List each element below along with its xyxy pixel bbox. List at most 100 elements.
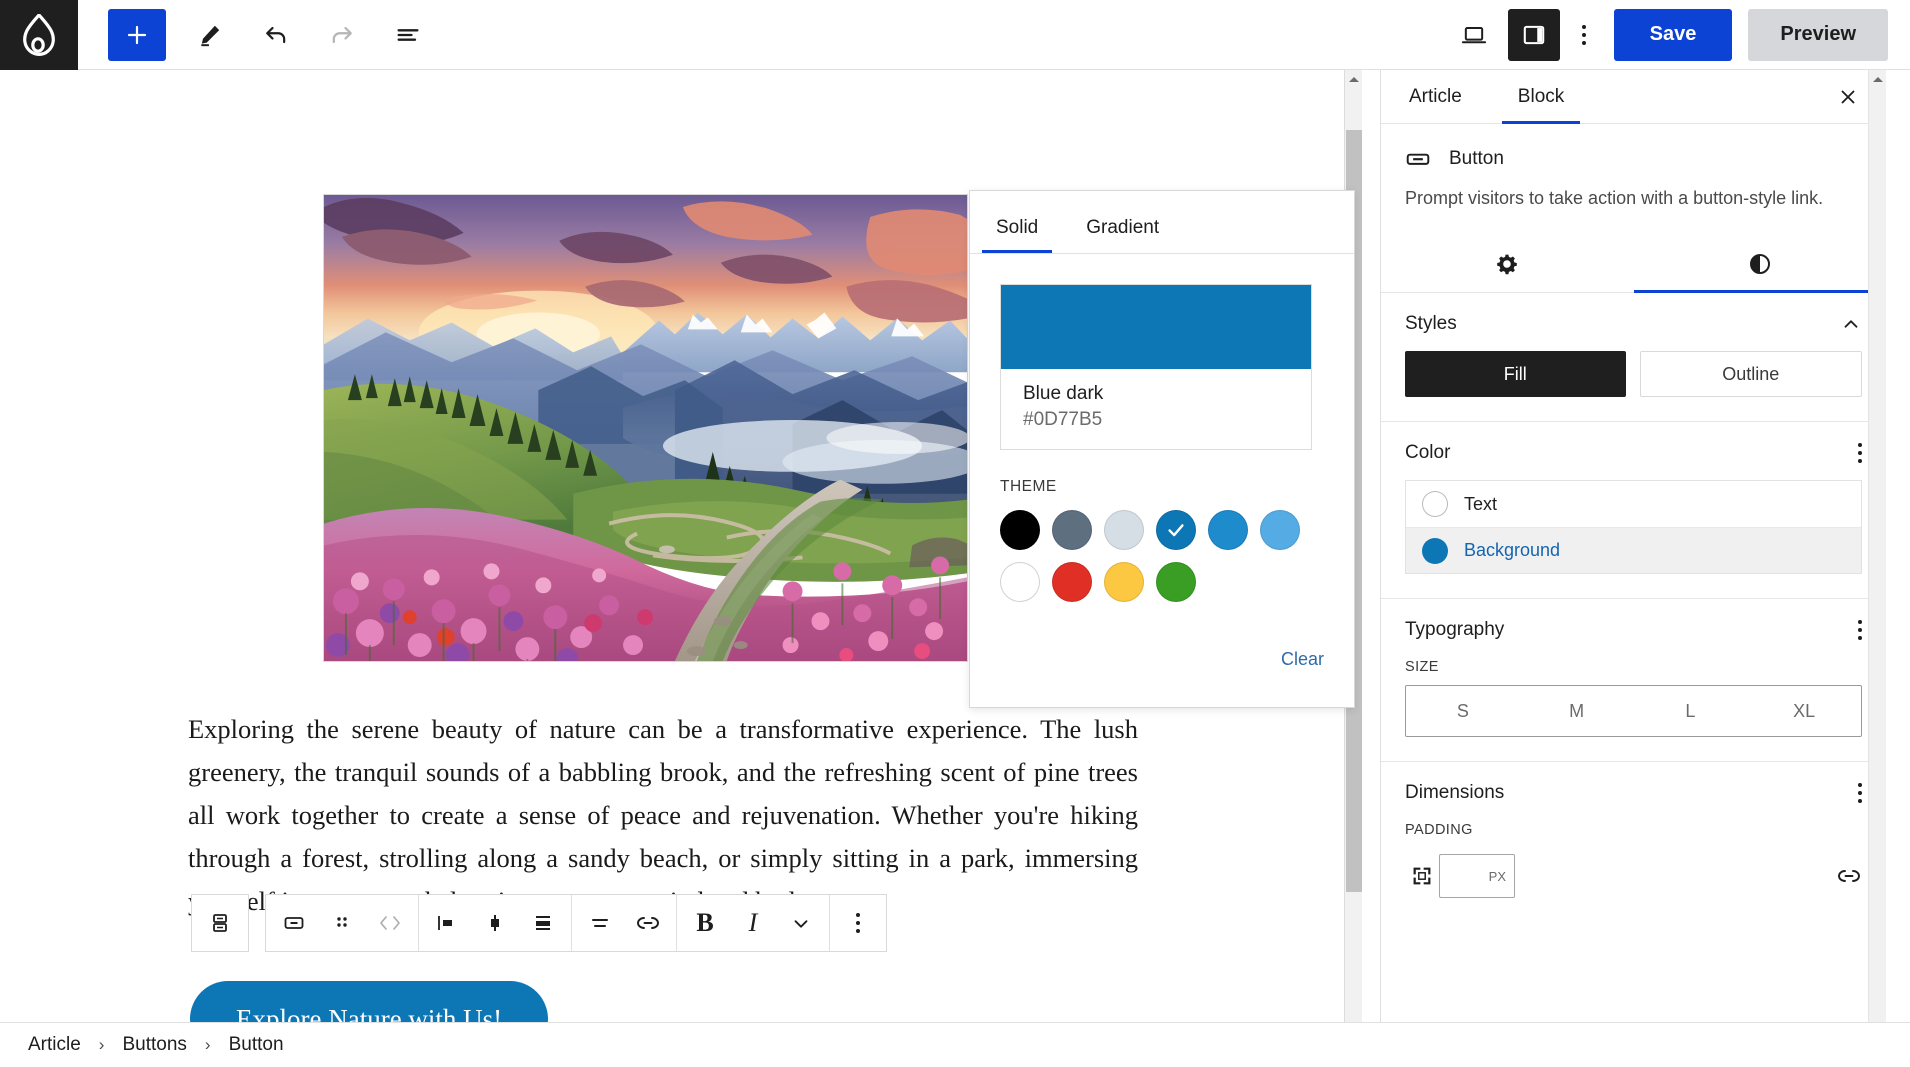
swatch-blue-dark[interactable] [1156, 510, 1196, 550]
breadcrumb-item-button[interactable]: Button [229, 1034, 284, 1056]
editor-options-button[interactable] [1560, 9, 1608, 61]
selected-color-preview [1001, 285, 1311, 369]
sidebar-scroll-up-arrow[interactable] [1869, 70, 1886, 88]
toggle-sidebar-button[interactable] [1507, 8, 1560, 61]
post-featured-image[interactable] [323, 194, 968, 662]
theme-palette-label: THEME [1000, 478, 1057, 495]
align-center-button[interactable] [471, 895, 519, 951]
tab-gradient[interactable]: Gradient [1082, 217, 1163, 253]
pencil-edit-icon [201, 25, 220, 46]
swatch-blue[interactable] [1208, 510, 1248, 550]
dimensions-title: Dimensions [1405, 782, 1505, 804]
change-text-alignment-button[interactable] [576, 895, 624, 951]
preview-button[interactable]: Preview [1748, 8, 1888, 61]
tab-solid[interactable]: Solid [981, 217, 1053, 253]
align-left-button[interactable] [423, 895, 471, 951]
close-x-icon [1841, 90, 1855, 104]
swatch-black[interactable] [1000, 510, 1040, 550]
styles-section: Styles Fill Outline [1381, 293, 1886, 423]
typography-title: Typography [1405, 619, 1505, 641]
plus-icon [127, 25, 147, 44]
select-parent-block-icon [213, 914, 227, 932]
close-sidebar-button[interactable] [1832, 81, 1864, 113]
editor-top-toolbar: Save Preview [0, 0, 1910, 70]
dimensions-options-button[interactable] [1858, 783, 1862, 804]
device-preview-button[interactable] [1448, 9, 1500, 61]
more-vertical-icon [1581, 24, 1586, 45]
text-align-icon [592, 919, 608, 927]
align-right-icon [536, 916, 550, 930]
style-outline-button[interactable]: Outline [1639, 351, 1862, 398]
sidebar-panel-icon [1523, 25, 1544, 44]
align-right-button[interactable] [519, 895, 567, 951]
breadcrumb-item-article[interactable]: Article [28, 1034, 81, 1056]
move-arrows-icon [380, 916, 400, 930]
color-picker-body: Blue dark #0D77B5 THEME Clear [970, 253, 1354, 708]
laptop-preview-icon [1461, 26, 1486, 43]
move-block-button[interactable] [366, 895, 414, 951]
typography-options-button[interactable] [1858, 620, 1862, 641]
breadcrumb-item-buttons[interactable]: Buttons [122, 1034, 186, 1056]
contrast-icon [1749, 254, 1770, 275]
add-block-button[interactable] [108, 8, 166, 61]
sidebar-scrollbar[interactable] [1868, 70, 1886, 1050]
save-button[interactable]: Save [1613, 8, 1733, 61]
undo-arrow-icon [266, 26, 286, 43]
block-toolbar-group-options [830, 895, 886, 951]
more-rich-text-options-button[interactable] [777, 895, 825, 951]
settings-sidebar: Article Block Button Prompt visitors to … [1380, 70, 1886, 1050]
scroll-up-arrow[interactable] [1345, 70, 1362, 88]
swatch-slate-gray[interactable] [1052, 510, 1092, 550]
swatch-yellow[interactable] [1104, 562, 1144, 602]
font-size-xl[interactable]: XL [1747, 686, 1861, 736]
swatch-red[interactable] [1052, 562, 1092, 602]
swatch-blue-light[interactable] [1260, 510, 1300, 550]
tab-settings[interactable] [1381, 236, 1634, 292]
bold-button[interactable]: B [681, 895, 729, 951]
tab-article[interactable]: Article [1403, 70, 1468, 124]
typography-section: Typography SIZE S M L XL [1381, 599, 1886, 763]
drupal-drop-logo[interactable] [0, 0, 78, 70]
select-parent-block-button[interactable] [191, 894, 249, 952]
swatch-light-gray[interactable] [1104, 510, 1144, 550]
post-paragraph[interactable]: Exploring the serene beauty of nature ca… [188, 708, 1138, 923]
tab-styles[interactable] [1633, 236, 1887, 294]
chevron-up-icon [1844, 320, 1858, 328]
document-overview-button[interactable] [382, 9, 434, 61]
block-info-panel: Button Prompt visitors to take action wi… [1381, 124, 1886, 210]
selected-color-hex: #0D77B5 [1023, 409, 1103, 430]
tab-block[interactable]: Block [1501, 70, 1581, 124]
font-size-m[interactable]: M [1520, 686, 1634, 736]
swatch-green[interactable] [1156, 562, 1196, 602]
insert-link-button[interactable] [624, 895, 672, 951]
style-fill-button[interactable]: Fill [1405, 351, 1626, 398]
color-option-list: Text Background [1405, 480, 1862, 575]
clear-color-link[interactable]: Clear [1281, 649, 1324, 670]
block-options-button[interactable] [834, 895, 882, 951]
padding-input[interactable]: PX [1439, 854, 1515, 899]
more-vertical-icon [1858, 783, 1862, 804]
redo-button[interactable] [316, 9, 368, 61]
tools-pencil-button[interactable] [184, 9, 236, 61]
padding-box-icon [1405, 865, 1439, 887]
button-block-icon [284, 917, 304, 929]
selected-color-card[interactable]: Blue dark #0D77B5 [1000, 284, 1312, 450]
editor-main-area: Exploring the serene beauty of nature ca… [0, 70, 1910, 1067]
drag-handle[interactable] [318, 895, 366, 951]
font-size-l[interactable]: L [1634, 686, 1748, 736]
chevron-down-icon [794, 920, 808, 928]
color-row-label: Background [1464, 540, 1561, 561]
style-variation-toggle: Fill Outline [1405, 351, 1862, 398]
styles-collapse-button[interactable] [1840, 313, 1862, 335]
color-row-background[interactable]: Background [1406, 527, 1861, 574]
link-padding-sides-button[interactable] [1836, 864, 1862, 888]
undo-button[interactable] [250, 9, 302, 61]
font-size-selector: S M L XL [1405, 685, 1862, 738]
color-row-text[interactable]: Text [1406, 481, 1861, 527]
swatch-white[interactable] [1000, 562, 1040, 602]
check-icon [1168, 524, 1184, 537]
block-type-button[interactable] [270, 895, 318, 951]
italic-button[interactable]: I [729, 895, 777, 951]
color-options-button[interactable] [1858, 443, 1862, 464]
font-size-s[interactable]: S [1406, 686, 1520, 736]
